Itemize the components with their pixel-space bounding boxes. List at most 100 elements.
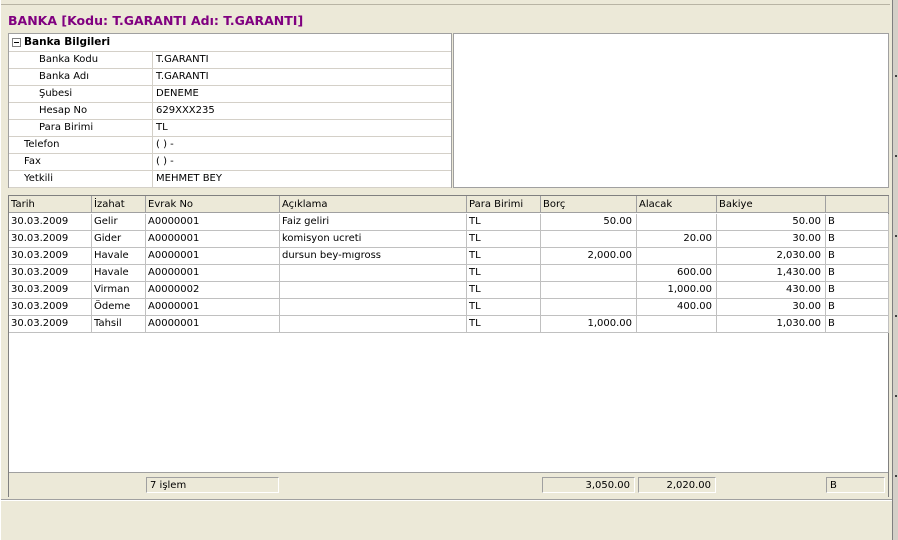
property-name: Banka Adı xyxy=(39,71,90,82)
cell-izahat: Havale xyxy=(92,248,146,264)
property-name: Fax xyxy=(24,156,41,167)
property-separator xyxy=(152,52,153,68)
cell-evrak-no: A0000001 xyxy=(146,231,280,247)
cell-bakiye: 30.00 xyxy=(717,231,826,247)
cell-borc xyxy=(541,282,637,298)
property-row[interactable]: Hesap No 629XXX235 xyxy=(9,102,451,119)
cell-tarih: 30.03.2009 xyxy=(9,248,92,264)
cell-evrak-no: A0000001 xyxy=(146,265,280,281)
transactions-grid[interactable]: Tarih İzahat Evrak No Açıklama Para Birimi Bo… xyxy=(8,195,889,497)
cell-bakiye-flag: B xyxy=(826,282,889,298)
cell-para-birimi: TL xyxy=(467,248,541,264)
cell-alacak: 400.00 xyxy=(637,299,717,315)
row-gutter xyxy=(9,137,21,153)
cell-para-birimi: TL xyxy=(467,282,541,298)
cell-bakiye: 1,030.00 xyxy=(717,316,826,332)
table-row[interactable]: 30.03.2009 Havale A0000001 TL 600.00 1,430.00… xyxy=(9,265,889,282)
table-row[interactable]: 30.03.2009 Gelir A0000001 Faiz geliri TL 50.0… xyxy=(9,214,889,231)
cell-bakiye: 430.00 xyxy=(717,282,826,298)
cell-borc: 1,000.00 xyxy=(541,316,637,332)
cell-evrak-no: A0000001 xyxy=(146,299,280,315)
cell-evrak-no: A0000001 xyxy=(146,248,280,264)
column-header-alacak[interactable]: Alacak xyxy=(637,196,717,213)
cell-bakiye-flag: B xyxy=(826,231,889,247)
cell-izahat: Havale xyxy=(92,265,146,281)
category-row[interactable]: Banka Bilgileri xyxy=(9,34,451,51)
property-value[interactable]: DENEME xyxy=(156,88,199,99)
property-value[interactable]: ( ) - xyxy=(156,139,174,150)
column-header-bakiye-flag[interactable] xyxy=(826,196,889,213)
cell-evrak-no: A0000001 xyxy=(146,316,280,332)
cell-borc xyxy=(541,299,637,315)
column-header-izahat[interactable]: İzahat xyxy=(92,196,146,213)
column-header-para-birimi[interactable]: Para Birimi xyxy=(467,196,541,213)
cell-izahat: Tahsil xyxy=(92,316,146,332)
cell-bakiye-flag: B xyxy=(826,214,889,230)
property-separator xyxy=(152,137,153,153)
property-row[interactable]: Banka Adı T.GARANTI xyxy=(9,68,451,85)
bank-info-property-grid[interactable]: Banka Bilgileri Banka Kodu T.GARANTI Banka… xyxy=(8,33,452,188)
column-header-bakiye[interactable]: Bakiye xyxy=(717,196,826,213)
cell-borc xyxy=(541,231,637,247)
property-name: Yetkili xyxy=(24,173,53,184)
property-value[interactable]: TL xyxy=(156,122,168,133)
cell-izahat: Virman xyxy=(92,282,146,298)
property-row[interactable]: Banka Kodu T.GARANTI xyxy=(9,51,451,68)
property-row[interactable]: Telefon ( ) - xyxy=(9,136,451,153)
cell-borc: 2,000.00 xyxy=(541,248,637,264)
property-value[interactable]: 629XXX235 xyxy=(156,105,215,116)
property-separator xyxy=(152,120,153,136)
cell-bakiye: 2,030.00 xyxy=(717,248,826,264)
cell-alacak: 20.00 xyxy=(637,231,717,247)
table-row[interactable]: 30.03.2009 Virman A0000002 TL 1,000.00 430.00… xyxy=(9,282,889,299)
property-grid-end xyxy=(9,187,451,188)
table-row[interactable]: 30.03.2009 Tahsil A0000001 TL 1,000.00 1,030.… xyxy=(9,316,889,333)
property-value[interactable]: T.GARANTI xyxy=(156,71,209,82)
cell-borc xyxy=(541,265,637,281)
property-row[interactable]: Fax ( ) - xyxy=(9,153,451,170)
cell-aciklama xyxy=(280,316,467,332)
property-row[interactable]: Yetkili MEHMET BEY xyxy=(9,170,451,187)
cell-aciklama: komisyon ucreti xyxy=(280,231,467,247)
property-name: Para Birimi xyxy=(39,122,94,133)
cell-aciklama: Faiz geliri xyxy=(280,214,467,230)
property-separator xyxy=(152,103,153,119)
cell-para-birimi: TL xyxy=(467,316,541,332)
cell-bakiye-flag: B xyxy=(826,299,889,315)
column-header-evrak-no[interactable]: Evrak No xyxy=(146,196,280,213)
row-gutter xyxy=(9,171,21,187)
cell-alacak: 600.00 xyxy=(637,265,717,281)
collapse-icon[interactable] xyxy=(12,38,21,47)
cell-alacak xyxy=(637,248,717,264)
column-header-tarih[interactable]: Tarih xyxy=(9,196,92,213)
table-row[interactable]: 30.03.2009 Ödeme A0000001 TL 400.00 30.00 B xyxy=(9,299,889,316)
cell-alacak: 1,000.00 xyxy=(637,282,717,298)
cell-alacak xyxy=(637,316,717,332)
cell-bakiye: 30.00 xyxy=(717,299,826,315)
table-row[interactable]: 30.03.2009 Havale A0000001 dursun bey-mıgro… xyxy=(9,248,889,265)
property-value[interactable]: T.GARANTI xyxy=(156,54,209,65)
title-bar: BANKA [Kodu: T.GARANTI Adı: T.GARANTI] xyxy=(1,4,890,30)
cell-tarih: 30.03.2009 xyxy=(9,282,92,298)
property-value[interactable]: MEHMET BEY xyxy=(156,173,222,184)
property-row[interactable]: Şubesi DENEME xyxy=(9,85,451,102)
table-row[interactable]: 30.03.2009 Gider A0000001 komisyon ucreti TL… xyxy=(9,231,889,248)
cell-tarih: 30.03.2009 xyxy=(9,316,92,332)
cell-borc: 50.00 xyxy=(541,214,637,230)
info-side-panel xyxy=(453,33,889,188)
cell-para-birimi: TL xyxy=(467,299,541,315)
property-separator xyxy=(152,154,153,170)
grid-header: Tarih İzahat Evrak No Açıklama Para Birimi Bo… xyxy=(9,196,889,213)
cell-para-birimi: TL xyxy=(467,231,541,247)
cell-tarih: 30.03.2009 xyxy=(9,299,92,315)
cell-evrak-no: A0000002 xyxy=(146,282,280,298)
cell-aciklama xyxy=(280,265,467,281)
cell-bakiye: 1,430.00 xyxy=(717,265,826,281)
column-header-aciklama[interactable]: Açıklama xyxy=(280,196,467,213)
column-header-borc[interactable]: Borç xyxy=(541,196,637,213)
row-gutter xyxy=(9,86,21,102)
property-value[interactable]: ( ) - xyxy=(156,156,174,167)
footer-bakiye-flag: B xyxy=(826,477,885,493)
row-gutter xyxy=(9,154,21,170)
property-row[interactable]: Para Birimi TL xyxy=(9,119,451,136)
